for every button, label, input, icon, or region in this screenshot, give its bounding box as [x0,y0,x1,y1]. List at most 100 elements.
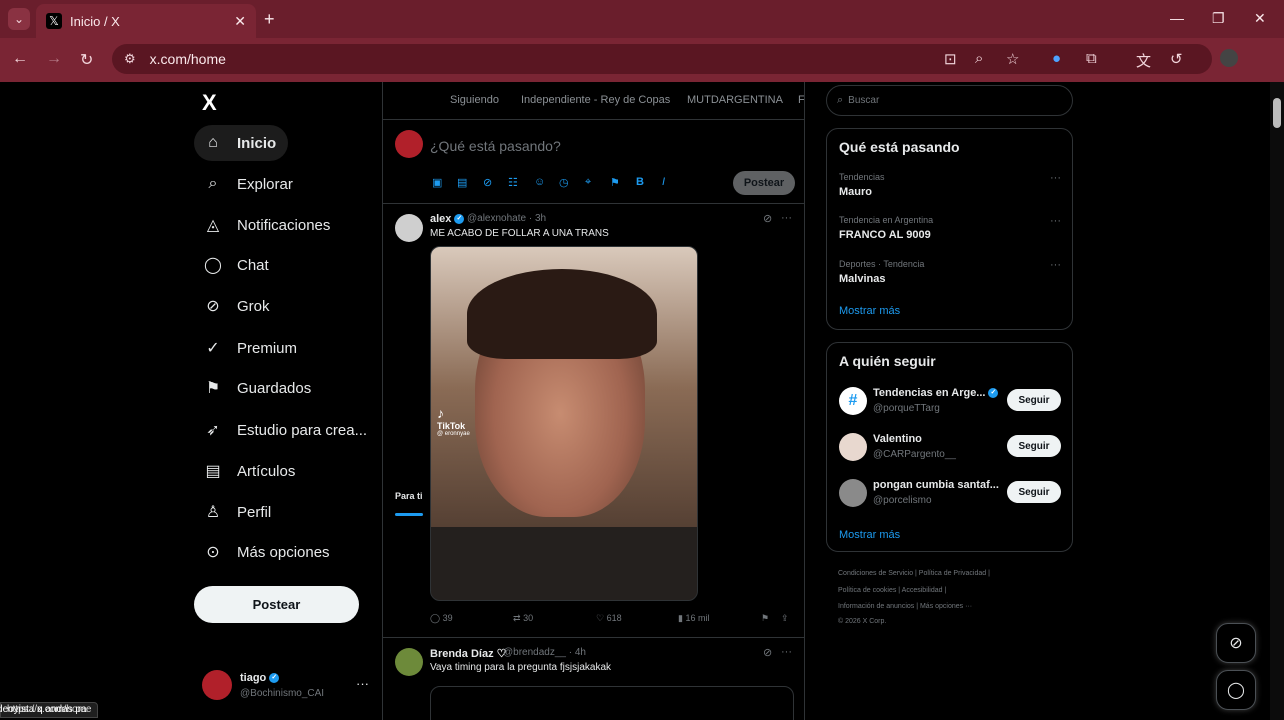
footer-links[interactable]: Política de cookies | Accesibilidad | [838,587,946,594]
grok-button[interactable]: ⊘ [1216,623,1256,663]
install-app-icon[interactable]: ⊡ [944,50,957,68]
emoji-icon[interactable]: ☺ [534,176,545,188]
status-overlay: Ideoyista q andas pa [0,704,87,715]
more-icon[interactable]: ··· [781,212,792,224]
more-icon[interactable]: ··· [1050,259,1061,271]
x-logo-icon[interactable]: X [202,90,217,116]
tab-bar: ⌄ 𝕏 Inicio / X ✕ + — ❐ ✕ [0,0,1284,38]
post-text: Vaya timing para la pregunta fjsjsjakaka… [430,662,612,673]
avatar[interactable] [395,214,423,242]
zoom-icon[interactable]: ⌕ [975,50,983,67]
nav-mas-opciones[interactable]: ⊙ Más opciones [194,534,342,570]
new-tab-button[interactable]: + [264,9,275,30]
account-switcher[interactable]: tiago ✓ @Bochinismo_CAI ··· [200,666,370,710]
post-media[interactable] [430,686,794,720]
grok-icon[interactable]: ⊘ [483,176,492,189]
italic-icon[interactable]: I [662,176,665,188]
gif-icon[interactable]: ▤ [457,176,467,189]
site-info-icon[interactable]: ⚙ [124,51,136,67]
verified-icon: ✓ [454,214,465,225]
reply-button[interactable]: ◯ 39 [430,613,453,624]
post-video[interactable]: ♪ TikTok @ eronnyae [430,246,698,601]
post-handle[interactable]: @alexnohate · 3h [467,213,546,224]
tab-search-dropdown[interactable]: ⌄ [8,8,30,30]
nav-inicio[interactable]: ⌂ Inicio [194,125,289,161]
translate-icon[interactable]: 文 [1136,50,1151,71]
reload-button[interactable]: ↻ [80,50,93,70]
nav-grok[interactable]: ⊘ Grok [194,288,282,324]
scrollbar-thumb[interactable] [1273,98,1281,128]
close-tab-icon[interactable]: ✕ [234,13,246,30]
tab-more[interactable]: F [798,94,804,106]
compose-post-button[interactable]: Postear [733,171,795,195]
trend-item[interactable]: Tendencias Mauro ··· [839,172,1061,198]
flag-icon[interactable]: ⚑ [610,176,620,189]
avatar[interactable] [395,648,423,676]
image-icon[interactable]: ▣ [432,176,442,189]
search-input[interactable]: ⌕ Buscar [826,85,1073,116]
follow-button[interactable]: Seguir [1007,435,1061,457]
follow-suggestion[interactable]: # Tendencias en Arge... ✓ @porqueTTarg Se… [839,385,1061,421]
extensions-puzzle-icon[interactable]: ⧉ [1086,50,1097,67]
tab-siguiendo[interactable]: Siguiendo [450,94,499,106]
more-icon[interactable]: ··· [1050,172,1061,184]
share-icon[interactable]: ⇪ [781,613,789,624]
follow-button[interactable]: Seguir [1007,389,1061,411]
poll-icon[interactable]: ☷ [508,176,518,189]
trend-item[interactable]: Tendencia en Argentina FRANCO AL 9009 ··… [839,215,1061,241]
follow-button[interactable]: Seguir [1007,481,1061,503]
post-author[interactable]: Brenda Díaz ♡ [430,647,507,660]
nav-articulos[interactable]: ▤ Artículos [194,453,307,489]
history-icon[interactable]: ↺ [1170,50,1183,68]
views-button[interactable]: ▮ 16 mil [678,613,709,624]
address-bar[interactable]: ⚙ x.com/home [112,44,1212,74]
messages-button[interactable]: ◯ [1216,670,1256,710]
more-icon[interactable]: ··· [356,676,369,691]
profile-avatar[interactable] [1220,49,1238,67]
browser-tab[interactable]: 𝕏 Inicio / X ✕ [36,4,256,38]
compose-input[interactable]: ¿Qué está pasando? [430,138,561,154]
post-button[interactable]: Postear [194,586,359,623]
repost-button[interactable]: ⇄ 30 [513,613,533,624]
back-button[interactable]: ← [12,50,28,68]
footer-links[interactable]: Información de anuncios | Más opciones ·… [838,603,972,610]
more-icon[interactable]: ··· [1050,215,1061,227]
nav-chat[interactable]: ◯ Chat [194,247,281,283]
follow-suggestion[interactable]: pongan cumbia santaf... @porcelismo Segu… [839,477,1061,513]
nav-notificaciones[interactable]: ◬ Notificaciones [194,207,342,243]
close-window-button[interactable]: ✕ [1254,10,1266,27]
bookmark-icon: ⚑ [205,380,221,397]
like-button[interactable]: ♡ 618 [596,613,622,624]
nav-premium[interactable]: ✓ Premium [194,330,309,366]
nav-estudio[interactable]: ➶ Estudio para crea... [194,412,379,448]
bold-icon[interactable]: B [636,176,644,188]
forward-button[interactable]: → [46,50,62,68]
post-handle[interactable]: @brendadz__ · 4h [503,647,586,658]
follow-suggestion[interactable]: Valentino @CARPargento__ Seguir [839,431,1061,467]
tab-independiente[interactable]: Independiente - Rey de Copas [521,94,670,106]
more-icon[interactable]: ··· [781,646,792,658]
show-more-link[interactable]: Mostrar más [839,305,900,317]
maximize-button[interactable]: ❐ [1212,10,1225,27]
who-to-follow-title: A quién seguir [839,353,936,369]
post[interactable]: alex ✓ @alexnohate · 3h ⊘ ··· ME ACABO DE… [383,204,804,638]
nav-perfil[interactable]: ♙ Perfil [194,494,283,530]
bookmark-icon[interactable]: ⚑ [761,613,769,624]
schedule-icon[interactable]: ◷ [559,176,569,189]
minimize-button[interactable]: — [1170,10,1184,26]
bookmark-star-icon[interactable]: ☆ [1006,50,1019,68]
post-author[interactable]: alex [430,213,451,225]
footer-links[interactable]: Condiciones de Servicio | Política de Pr… [838,570,990,577]
scrollbar[interactable] [1270,82,1284,720]
show-more-link[interactable]: Mostrar más [839,529,900,541]
tab-mutdargentina[interactable]: MUTDARGENTINA [687,94,783,106]
nav-guardados[interactable]: ⚑ Guardados [194,370,323,406]
nav-explorar[interactable]: ⌕ Explorar [194,166,305,202]
copyright: © 2026 X Corp. [838,618,887,625]
post[interactable]: Brenda Díaz ♡ @brendadz__ · 4h ⊘ ··· Vay… [383,638,804,720]
location-icon[interactable]: ⌖ [585,176,591,189]
grok-icon[interactable]: ⊘ [763,646,772,659]
grok-icon[interactable]: ⊘ [763,212,772,225]
trend-item[interactable]: Deportes · Tendencia Malvinas ··· [839,259,1061,285]
extension-icon[interactable]: ● [1052,50,1061,67]
